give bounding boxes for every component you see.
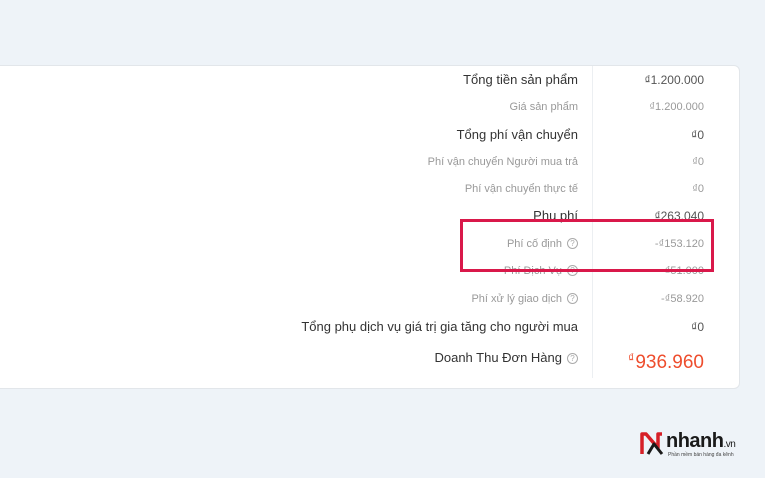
row-value: ₫0 [691, 128, 704, 142]
row-value: ₫0 [692, 183, 704, 195]
row-value-added-services: Tổng phụ dịch vụ giá trị gia tăng cho ng… [0, 317, 765, 337]
row-total-product: Tổng tiền sản phẩm ₫1.200.000 [0, 70, 765, 90]
highlight-box [460, 219, 714, 272]
revenue-value: ₫936.960 [628, 348, 704, 373]
row-transaction-fee: Phí xử lý giao dịch? -₫58.920 [0, 289, 765, 309]
row-label: Tổng phí vận chuyển [456, 127, 578, 142]
row-total-shipping: Tổng phí vận chuyển ₫0 [0, 125, 765, 145]
row-shipping-buyer-paid: Phí vận chuyển Người mua trả ₫0 [0, 152, 765, 172]
row-label: Giá sản phẩm [509, 101, 578, 113]
row-label: Tổng tiền sản phẩm [463, 72, 578, 87]
brand-logo: nhanh.vn Phần mềm bán hàng đa kênh [640, 430, 755, 460]
help-icon[interactable]: ? [567, 353, 578, 364]
row-value: ₫0 [692, 156, 704, 168]
row-shipping-actual: Phí vận chuyển thực tế ₫0 [0, 179, 765, 199]
logo-tagline: Phần mềm bán hàng đa kênh [668, 452, 734, 458]
revenue-amount: 936.960 [635, 352, 704, 373]
row-label: Tổng phụ dịch vụ giá trị gia tăng cho ng… [301, 319, 578, 334]
row-label: Phí vận chuyển thực tế [464, 183, 578, 195]
currency-symbol: ₫ [628, 351, 635, 365]
help-icon[interactable]: ? [567, 293, 578, 304]
row-value: ₫1.200.000 [644, 73, 704, 87]
row-value: ₫0 [691, 320, 704, 334]
logo-mark-icon [640, 432, 664, 455]
row-product-price: Giá sản phẩm ₫1.200.000 [0, 97, 765, 117]
row-label: Phí vận chuyển Người mua trả [427, 156, 578, 168]
revenue-label: Doanh Thu Đơn Hàng? [434, 348, 578, 368]
row-order-revenue: Doanh Thu Đơn Hàng? ₫936.960 [0, 348, 765, 373]
row-value: -₫58.920 [661, 293, 704, 305]
row-label: Phí xử lý giao dịch? [471, 289, 578, 309]
row-value: ₫1.200.000 [649, 101, 704, 113]
